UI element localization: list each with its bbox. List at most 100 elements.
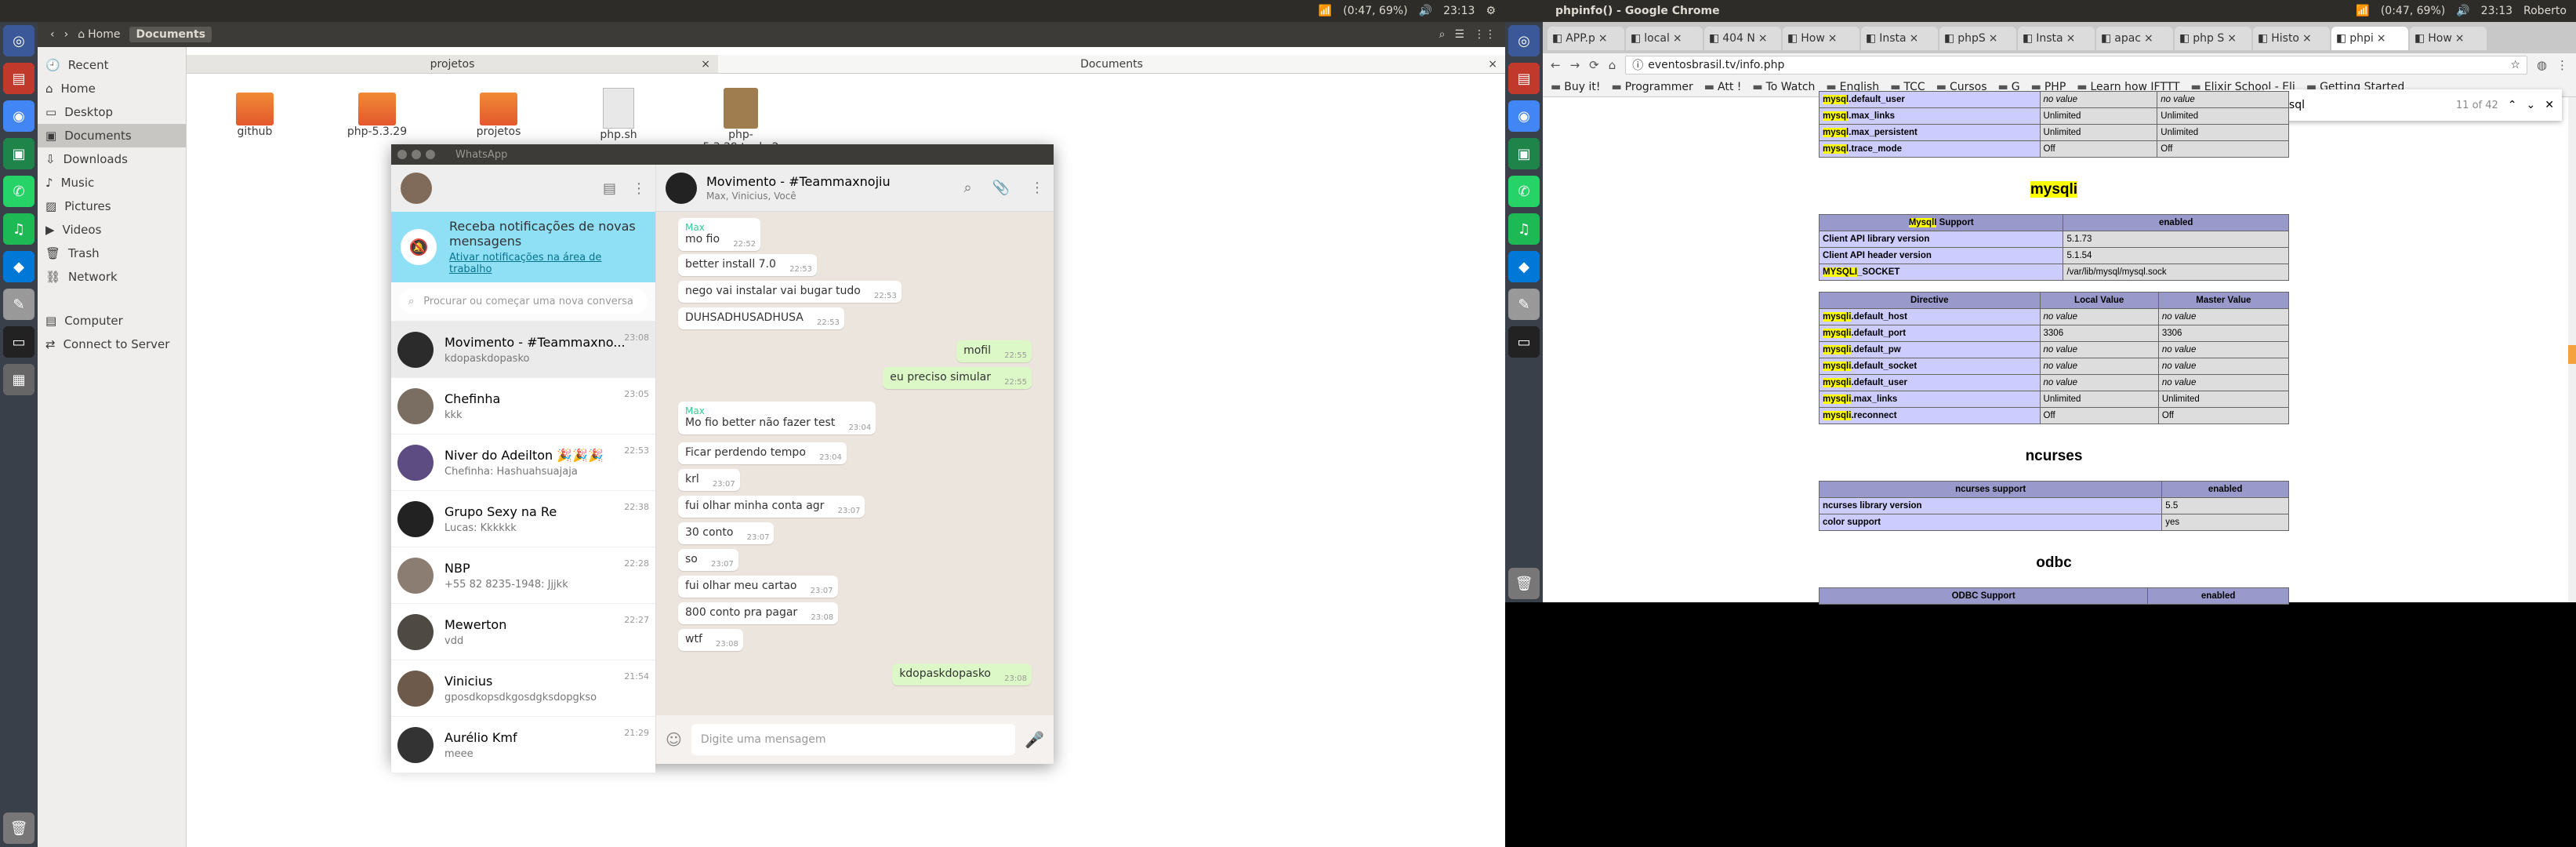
spotify-icon[interactable]: ♫ xyxy=(1508,213,1540,245)
gear-icon[interactable]: ⚙ xyxy=(1486,5,1496,17)
find-prev-button[interactable]: ⌃ xyxy=(2508,99,2517,111)
tab-projetos[interactable]: projetos × xyxy=(187,55,718,74)
chat-item[interactable]: Mewerton vdd 22:27 xyxy=(391,604,655,660)
wifi-icon[interactable]: 📶 xyxy=(2356,5,2369,17)
chat-item[interactable]: Grupo Sexy na Re Lucas: Kkkkkk 22:38 xyxy=(391,491,655,547)
sidebar-item-home[interactable]: ⌂ Home xyxy=(38,77,186,100)
path-current[interactable]: Documents xyxy=(129,27,212,42)
sidebar-item-videos[interactable]: ▶ Videos xyxy=(38,218,186,242)
close-icon[interactable]: × xyxy=(2144,32,2153,45)
clock[interactable]: 23:13 xyxy=(1443,5,1475,17)
find-next-button[interactable]: ⌄ xyxy=(2527,99,2536,111)
chrome-icon[interactable]: ◉ xyxy=(3,100,34,132)
sidebar-item-desktop[interactable]: ▭ Desktop xyxy=(38,100,186,124)
sidebar-item-recent[interactable]: 🕘 Recent xyxy=(38,53,186,77)
browser-tab[interactable]: ◧ 404 N × xyxy=(1704,27,1781,50)
grid-view-icon[interactable]: ⋮⋮ xyxy=(1474,28,1496,41)
message-input[interactable]: Digite uma mensagem xyxy=(691,724,1016,755)
incoming-message[interactable]: wtf 23:08 xyxy=(678,629,743,651)
whatsapp-icon[interactable]: ✆ xyxy=(3,176,34,207)
incoming-message[interactable]: Ficar perdendo tempo 23:04 xyxy=(678,442,847,464)
list-view-icon[interactable]: ☰ xyxy=(1454,28,1464,41)
sidebar-item-documents[interactable]: ▣ Documents xyxy=(38,124,186,147)
browser-tab[interactable]: ◧ How × xyxy=(1783,27,1859,50)
battery-status[interactable]: (0:47, 69%) xyxy=(1343,5,1407,17)
incoming-message[interactable]: Max mo fio 22:52 xyxy=(678,218,761,251)
browser-tab[interactable]: ◧ Insta × xyxy=(2018,27,2095,50)
folder-item[interactable]: php-5.3.29 xyxy=(330,93,424,138)
chat-item[interactable]: Niver do Adeilton 🎉🎉🎉 Chefinha: Hashuahsu… xyxy=(391,434,655,491)
forward-button[interactable]: → xyxy=(1570,58,1580,72)
sidebar-item-pictures[interactable]: ▨ Pictures xyxy=(38,194,186,218)
new-chat-icon[interactable]: ▤ xyxy=(603,180,616,197)
browser-tab[interactable]: ◧ How × xyxy=(2410,27,2487,50)
maximize-window-button[interactable] xyxy=(426,150,435,159)
search-input[interactable]: ⌕ Procurar ou começar uma nova conversa xyxy=(399,289,648,314)
close-icon[interactable]: × xyxy=(701,58,710,71)
incoming-message[interactable]: better install 7.0 22:53 xyxy=(678,254,817,276)
group-avatar[interactable] xyxy=(666,172,697,204)
avatar[interactable] xyxy=(401,173,432,204)
file-item[interactable]: php.sh xyxy=(571,88,666,141)
incoming-message[interactable]: DUHSADHUSADHUSA 22:53 xyxy=(678,307,844,329)
star-icon[interactable]: ☆ xyxy=(2510,59,2520,71)
clock[interactable]: 23:13 xyxy=(2481,5,2513,17)
close-icon[interactable]: × xyxy=(2377,32,2386,45)
chat-item[interactable]: Vinicius gposdkopsdkgosdgksdopgkso 21:54 xyxy=(391,660,655,717)
terminal-icon[interactable]: ▣ xyxy=(1508,138,1540,169)
chat-item[interactable]: Aurélio Kmf meee 21:29 xyxy=(391,717,655,773)
chat-item[interactable]: NBP +55 82 8235-1948: Jjjkk 22:28 xyxy=(391,547,655,604)
browser-tab[interactable]: ◧ phpS × xyxy=(1939,27,2016,50)
path-home[interactable]: Home xyxy=(88,28,120,41)
whatsapp-icon[interactable]: ✆ xyxy=(1508,176,1540,207)
user-name[interactable]: Roberto xyxy=(2523,5,2567,17)
wifi-icon[interactable]: 📶 xyxy=(1319,5,1332,17)
search-icon[interactable]: ⌕ xyxy=(963,180,971,196)
workspace-icon[interactable]: ▦ xyxy=(3,364,34,395)
close-icon[interactable]: × xyxy=(1488,58,1497,71)
menu-icon[interactable]: ⋮ xyxy=(632,180,646,197)
minimize-window-button[interactable] xyxy=(412,150,421,159)
browser-tab[interactable]: ◧ Histo × xyxy=(2253,27,2330,50)
terminal-app-icon[interactable]: ▭ xyxy=(1508,326,1540,358)
tab-documents[interactable]: Documents × xyxy=(718,55,1505,74)
page-info-icon[interactable]: ⓘ xyxy=(1632,57,1643,73)
find-close-button[interactable]: ✕ xyxy=(2545,99,2554,111)
incoming-message[interactable]: 30 conto 23:07 xyxy=(678,522,775,544)
home-button[interactable]: ⌂ xyxy=(1609,58,1616,72)
close-icon[interactable]: × xyxy=(1673,32,1682,45)
files-icon[interactable]: ▤ xyxy=(3,63,34,94)
editor-icon[interactable]: ✎ xyxy=(3,289,34,320)
chat-item[interactable]: Movimento - #Teammaxno... kdopaskdopasko 2… xyxy=(391,322,655,378)
search-icon[interactable]: ⌕ xyxy=(1439,28,1446,41)
close-icon[interactable]: × xyxy=(1758,32,1768,45)
close-window-button[interactable] xyxy=(397,150,407,159)
dash-icon[interactable]: ◎ xyxy=(1508,25,1540,56)
sidebar-item-network[interactable]: ⛓ Network xyxy=(38,265,186,289)
conversation-title[interactable]: Movimento - #Teammaxnojiu xyxy=(706,174,954,189)
reload-button[interactable]: ⟳ xyxy=(1589,58,1599,72)
chrome-icon[interactable]: ◉ xyxy=(1508,100,1540,132)
terminal-icon[interactable]: ▣ xyxy=(3,138,34,169)
browser-tab[interactable]: ◧ php S × xyxy=(2175,27,2251,50)
scrollbar[interactable] xyxy=(2568,97,2576,602)
incoming-message[interactable]: krl 23:07 xyxy=(678,469,740,491)
browser-tab[interactable]: ◧ phpi × xyxy=(2331,27,2408,50)
sidebar-item-connect-to-server[interactable]: ⇄ Connect to Server xyxy=(38,333,186,356)
folder-item[interactable]: github xyxy=(208,93,302,138)
sidebar-item-computer[interactable]: ▤ Computer xyxy=(38,309,186,333)
close-icon[interactable]: × xyxy=(1828,32,1838,45)
address-bar[interactable]: ⓘ eventosbrasil.tv/info.php ☆ xyxy=(1625,56,2527,75)
attach-icon[interactable]: 📎 xyxy=(992,180,1010,196)
sidebar-item-trash[interactable]: 🗑 Trash xyxy=(38,242,186,265)
volume-icon[interactable]: 🔊 xyxy=(2456,5,2469,17)
browser-tab[interactable]: ◧ Insta × xyxy=(1861,27,1938,50)
close-icon[interactable]: × xyxy=(1989,32,1998,45)
incoming-message[interactable]: so 23:07 xyxy=(678,549,738,571)
spotify-icon[interactable]: ♫ xyxy=(3,213,34,245)
close-icon[interactable]: × xyxy=(1910,32,1919,45)
outgoing-message[interactable]: kdopaskdopasko 23:08 xyxy=(892,663,1032,685)
forward-button[interactable]: › xyxy=(64,28,69,41)
incoming-message[interactable]: 800 conto pra pagar 23:08 xyxy=(678,602,839,624)
browser-tab[interactable]: ◧ apac × xyxy=(2096,27,2173,50)
